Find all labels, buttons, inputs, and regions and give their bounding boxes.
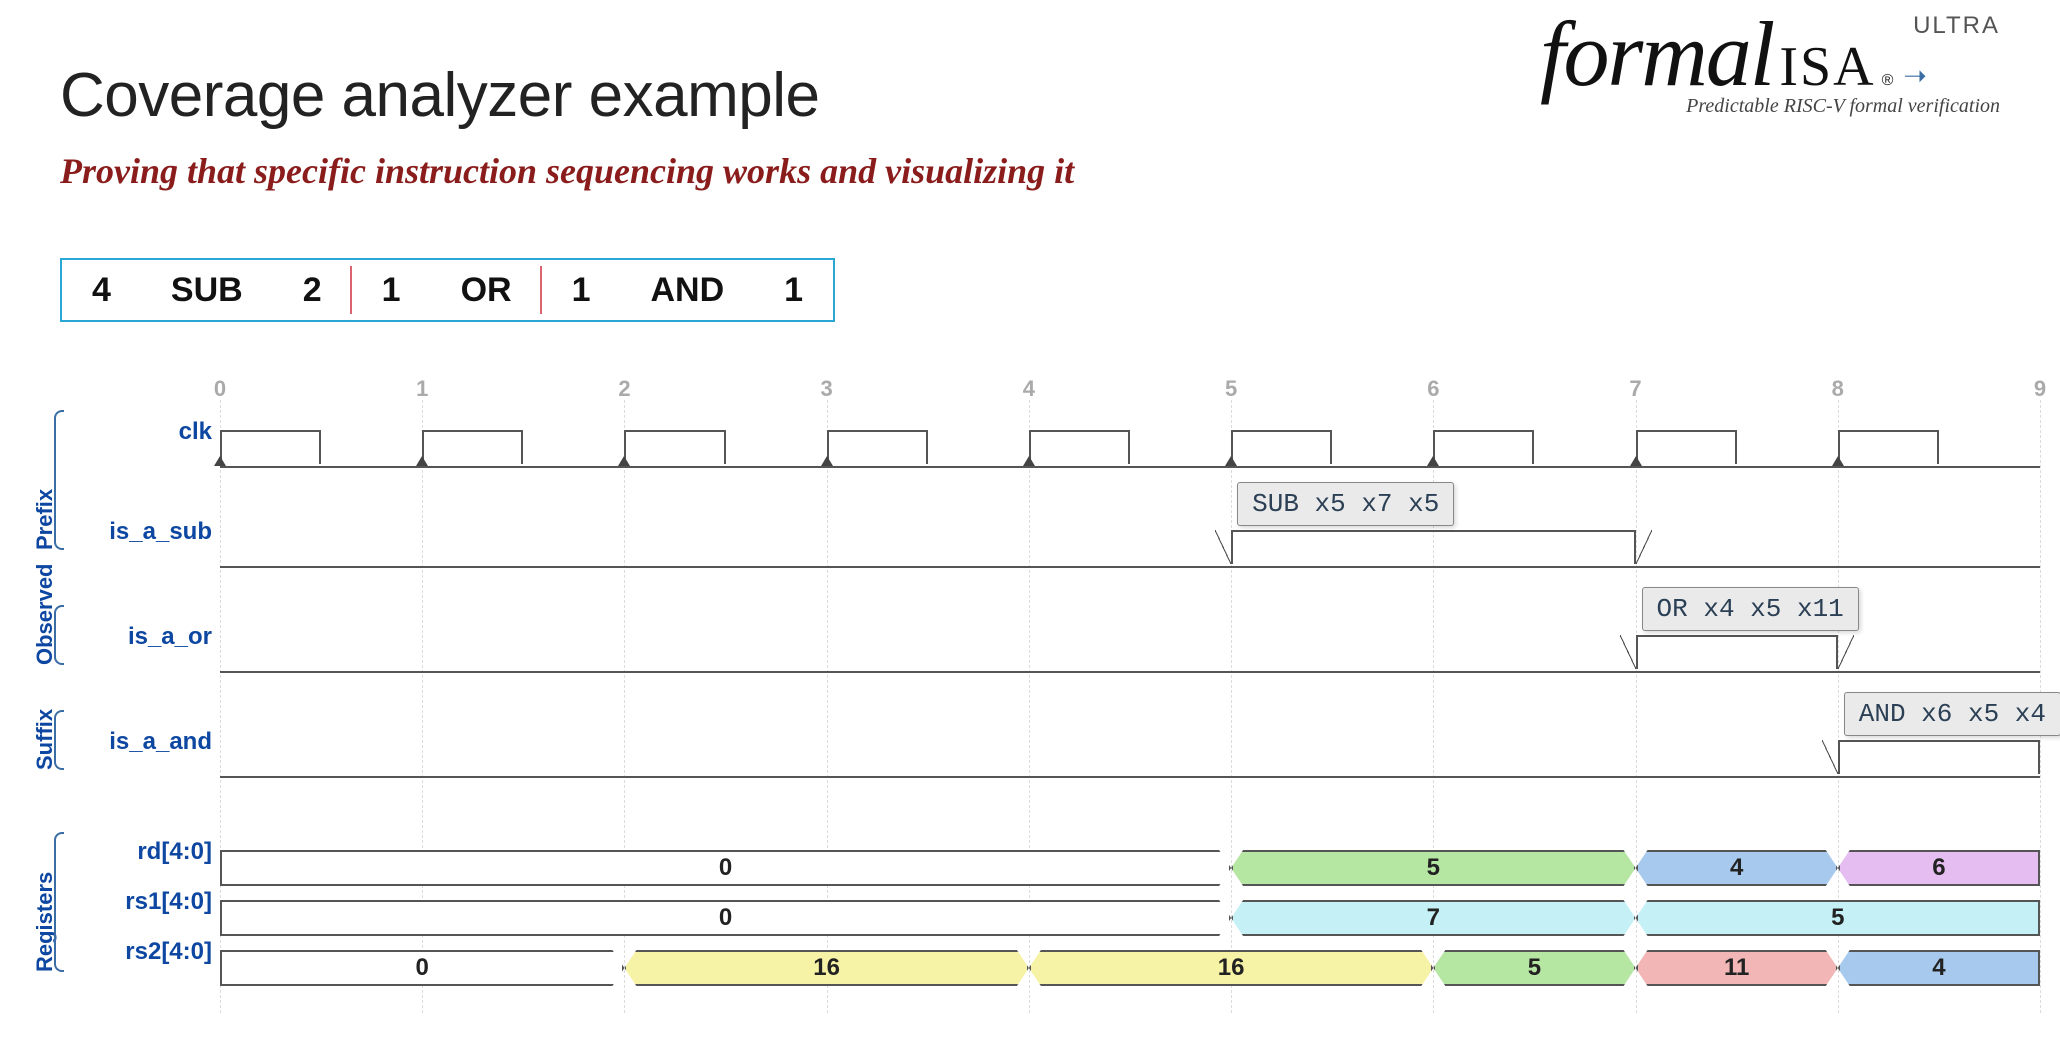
instruction-callout: AND x6 x5 x4 xyxy=(1844,692,2060,736)
bus-segment: 4 xyxy=(1838,950,2040,986)
time-tick: 5 xyxy=(1225,376,1237,402)
signal-label-is-a-or: is_a_or xyxy=(128,623,212,651)
logo-reg: ® xyxy=(1882,72,1894,90)
signal-label-is-a-and: is_a_and xyxy=(109,728,212,756)
rising-edge-icon xyxy=(1630,456,1642,466)
rising-edge-icon xyxy=(618,456,630,466)
clk-pulse xyxy=(827,430,928,464)
signal-label-is-a-sub: is_a_sub xyxy=(109,518,212,546)
logo-word-italic: formal xyxy=(1540,18,1773,92)
bus-segment: 7 xyxy=(1231,900,1635,936)
signal-is_a_or xyxy=(220,671,2040,673)
page-title: Coverage analyzer example xyxy=(60,60,819,131)
rising-edge-icon xyxy=(1427,456,1439,466)
clk-pulse xyxy=(1029,430,1130,464)
bus-segment: 16 xyxy=(624,950,1028,986)
time-tick: 7 xyxy=(1629,376,1641,402)
clk-pulse xyxy=(220,430,321,464)
time-tick: 6 xyxy=(1427,376,1439,402)
clk-pulse xyxy=(1231,430,1332,464)
bus-segment: 11 xyxy=(1636,950,1838,986)
signal-label-rs2: rs2[4:0] xyxy=(125,938,212,966)
sequence-cell: 1AND1 xyxy=(542,260,834,320)
time-tick: 1 xyxy=(416,376,428,402)
logo-word-caps: ISA xyxy=(1779,35,1875,99)
arrow-icon: ➝ xyxy=(1903,59,1926,92)
rising-edge-icon xyxy=(821,456,833,466)
bus-rs2: 016165114 xyxy=(220,950,2040,986)
rising-edge-icon xyxy=(1832,456,1844,466)
clk-pulse xyxy=(422,430,523,464)
clk-pulse xyxy=(1433,430,1534,464)
clk-pulse xyxy=(624,430,725,464)
signal-label-clk: clk xyxy=(179,418,212,446)
waveform-diagram: clk is_a_sub is_a_or is_a_and rd[4:0] rs1[4:0… xyxy=(60,390,2050,1013)
bus-rs1: 075 xyxy=(220,900,2040,936)
clk-pulse xyxy=(1838,430,1939,464)
instruction-callout: SUB x5 x7 x5 xyxy=(1237,482,1454,526)
bus-rd: 0546 xyxy=(220,850,2040,886)
rising-edge-icon xyxy=(416,456,428,466)
time-tick: 9 xyxy=(2034,376,2046,402)
bus-segment: 0 xyxy=(220,950,624,986)
time-tick: 0 xyxy=(214,376,226,402)
bus-segment: 5 xyxy=(1636,900,2040,936)
page-subtitle: Proving that specific instruction sequen… xyxy=(60,150,1074,192)
brand-logo: ULTRA formal ISA ® ➝ Predictable RISC-V … xyxy=(1540,18,2000,118)
bus-segment: 5 xyxy=(1231,850,1635,886)
time-tick: 2 xyxy=(618,376,630,402)
sequence-box: 4SUB21OR1AND1 xyxy=(60,258,835,322)
sequence-cell: 4SUB2 xyxy=(62,260,352,320)
bus-segment: 0 xyxy=(220,900,1231,936)
signal-is_a_sub xyxy=(220,566,2040,568)
group-brace xyxy=(54,832,64,972)
signal-is_a_and xyxy=(220,776,2040,778)
group-brace xyxy=(54,710,64,770)
rising-edge-icon xyxy=(1023,456,1035,466)
bus-segment: 6 xyxy=(1838,850,2040,886)
time-tick: 4 xyxy=(1023,376,1035,402)
bus-segment: 4 xyxy=(1636,850,1838,886)
group-brace xyxy=(54,410,64,550)
bus-segment: 5 xyxy=(1433,950,1635,986)
instruction-callout: OR x4 x5 x11 xyxy=(1642,587,1859,631)
rising-edge-icon xyxy=(1225,456,1237,466)
clk-pulse xyxy=(1636,430,1737,464)
group-brace xyxy=(54,605,64,665)
time-tick: 3 xyxy=(821,376,833,402)
logo-ultra: ULTRA xyxy=(1913,12,2000,40)
bus-segment: 0 xyxy=(220,850,1231,886)
signal-label-rd: rd[4:0] xyxy=(137,838,212,866)
bus-segment: 16 xyxy=(1029,950,1433,986)
time-tick: 8 xyxy=(1832,376,1844,402)
signal-clk xyxy=(220,466,2040,468)
signal-label-rs1: rs1[4:0] xyxy=(125,888,212,916)
sequence-cell: 1OR xyxy=(352,260,542,320)
rising-edge-icon xyxy=(214,456,226,466)
